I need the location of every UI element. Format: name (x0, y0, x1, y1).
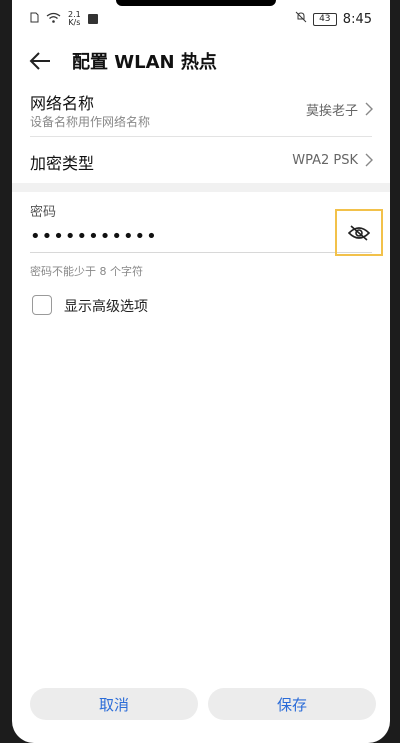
show-advanced-checkbox[interactable] (32, 295, 52, 315)
encryption-type-row[interactable]: 加密类型 WPA2 PSK (12, 138, 390, 182)
title-bar: 配置 WLAN 热点 (12, 40, 390, 82)
cancel-button[interactable]: 取消 (30, 688, 198, 720)
wifi-icon (46, 12, 61, 27)
network-name-sublabel: 设备名称用作网络名称 (30, 115, 151, 129)
password-input[interactable]: ••••••••••• (30, 226, 158, 247)
status-bar: 2.1 K/s 43 8:45 (12, 0, 390, 40)
sim-icon (30, 12, 39, 27)
password-underline (30, 252, 372, 253)
status-left: 2.1 K/s (30, 11, 98, 27)
chevron-right-icon (365, 102, 373, 116)
network-name-row[interactable]: 网络名称 设备名称用作网络名称 莫挨老子 (12, 84, 390, 134)
chevron-right-icon (365, 153, 373, 167)
divider (30, 136, 372, 137)
password-hint: 密码不能少于 8 个字符 (30, 265, 143, 278)
mute-icon (295, 11, 307, 27)
password-label: 密码 (30, 205, 57, 220)
battery-indicator: 43 (312, 12, 337, 26)
network-name-value: 莫挨老子 (305, 104, 358, 119)
network-name-label: 网络名称 (30, 94, 95, 113)
phone-screen: 2.1 K/s 43 8:45 配置 WLAN 热点 网络名称 设备名称用作网络… (12, 0, 390, 743)
page-title: 配置 WLAN 热点 (72, 52, 217, 73)
network-speed: 2.1 K/s (68, 11, 81, 27)
encryption-type-label: 加密类型 (30, 154, 95, 173)
speed-unit: K/s (68, 18, 81, 27)
section-separator (12, 183, 390, 192)
status-right: 43 8:45 (295, 11, 372, 27)
arrow-left-icon (29, 52, 50, 70)
save-button[interactable]: 保存 (208, 688, 376, 720)
notification-square-icon (87, 14, 98, 24)
clock: 8:45 (342, 11, 372, 27)
show-advanced-label[interactable]: 显示高级选项 (64, 296, 148, 316)
toggle-password-visibility-button[interactable] (335, 209, 383, 256)
encryption-type-value: WPA2 PSK (292, 153, 358, 168)
eye-off-icon (348, 224, 370, 241)
back-button[interactable] (28, 48, 54, 74)
